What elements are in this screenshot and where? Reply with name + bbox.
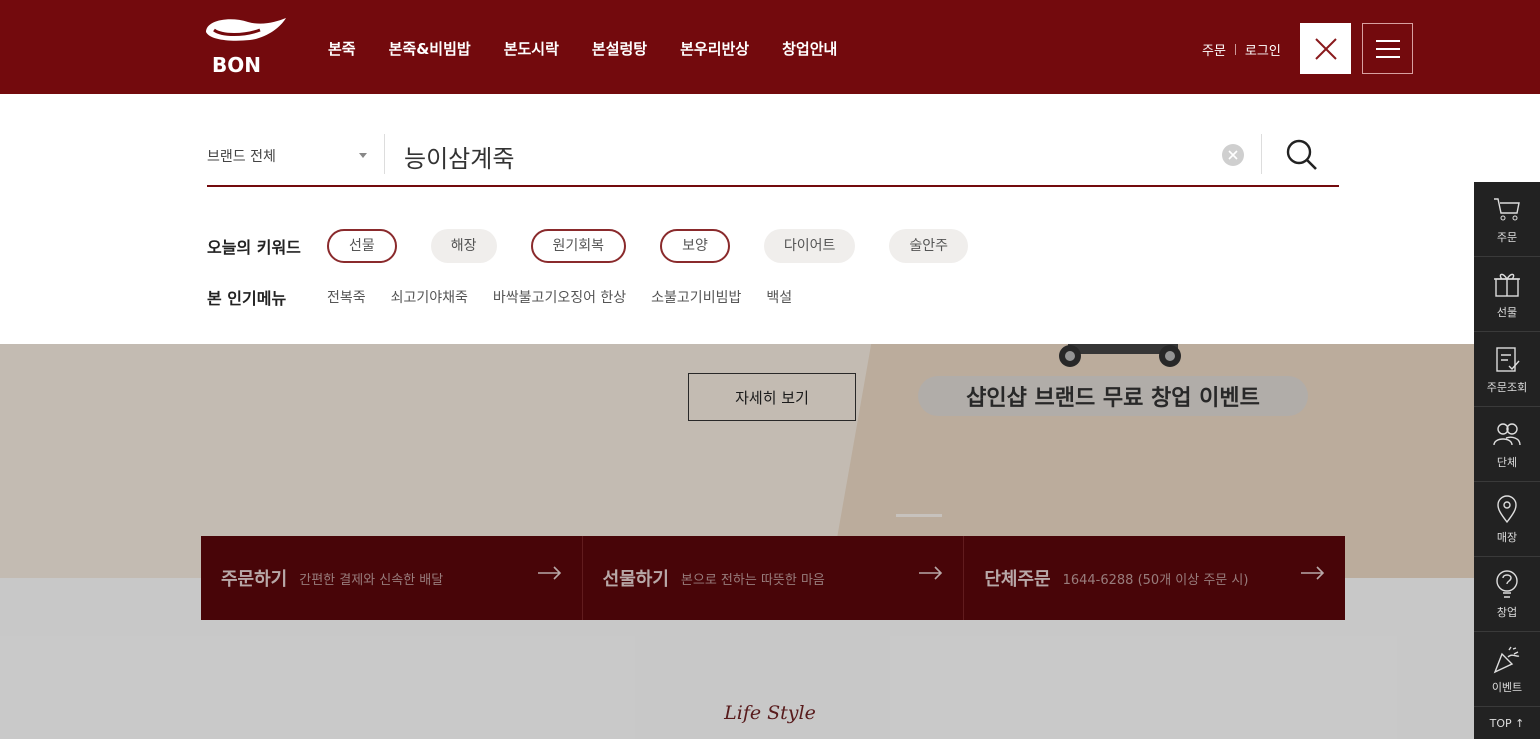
popular-menu-row: 본 인기메뉴 전복죽 쇠고기야채죽 바싹불고기오징어 한상 소불고기비빔밥 백설: [207, 285, 817, 309]
chevron-down-icon[interactable]: [359, 153, 367, 158]
question-bulb-icon: [1496, 569, 1518, 598]
order-check-icon: [1496, 346, 1520, 372]
popular-menu-item[interactable]: 쇠고기야채죽: [391, 287, 468, 307]
search-icon[interactable]: [1285, 138, 1319, 172]
keyword-chip[interactable]: 보양: [660, 229, 730, 263]
close-icon: [1314, 37, 1337, 60]
quick-franchise[interactable]: 창업: [1474, 557, 1540, 632]
nav-item[interactable]: 본죽: [328, 38, 356, 59]
quick-label: 주문: [1496, 230, 1518, 244]
clear-icon: [1228, 150, 1238, 160]
quick-label: 단체: [1496, 455, 1518, 469]
quick-label: 매장: [1496, 530, 1518, 544]
nav-item[interactable]: 본설렁탕: [592, 38, 647, 59]
group-icon: [1493, 422, 1521, 445]
keyword-row: 오늘의 키워드 선물 해장 원기회복 보양 다이어트 술안주: [207, 229, 1002, 263]
popular-menu-item[interactable]: 소불고기비빔밥: [651, 287, 741, 307]
login-link[interactable]: 로그인: [1245, 40, 1281, 59]
nav-item[interactable]: 본우리반상: [680, 38, 749, 59]
scroll-top-button[interactable]: TOP ↑: [1474, 707, 1540, 739]
quick-menu: 주문 선물 주문조회 단체 매장 창업 이벤트 TOP ↑: [1474, 182, 1540, 739]
nav-item[interactable]: 본도시락: [504, 38, 559, 59]
close-search-button[interactable]: [1300, 23, 1351, 74]
keyword-chip[interactable]: 선물: [327, 229, 397, 263]
keyword-chip[interactable]: 다이어트: [763, 229, 856, 263]
quick-store[interactable]: 매장: [1474, 482, 1540, 557]
quick-label: 주문조회: [1486, 380, 1528, 394]
order-link[interactable]: 주문: [1202, 40, 1226, 59]
quick-gift[interactable]: 선물: [1474, 257, 1540, 332]
quick-label: 이벤트: [1491, 680, 1523, 694]
party-popper-icon: [1493, 646, 1520, 673]
quick-order-check[interactable]: 주문조회: [1474, 332, 1540, 407]
logo-text: BON: [212, 53, 261, 74]
divider: [1261, 134, 1262, 174]
clear-search-button[interactable]: [1222, 144, 1244, 166]
quick-group[interactable]: 단체: [1474, 407, 1540, 482]
keyword-chip[interactable]: 원기회복: [530, 229, 627, 263]
util-links: 주문 로그인: [1202, 40, 1281, 59]
site-header: BON 본죽 본죽&비빔밥 본도시락 본설렁탕 본우리반상 창업안내 주문 로그…: [0, 0, 1540, 94]
quick-label: 선물: [1496, 305, 1518, 319]
popular-menu-item[interactable]: 백설: [766, 287, 792, 307]
search-bar: 브랜드 전체: [207, 134, 1339, 187]
dim-overlay[interactable]: [0, 344, 1540, 739]
hamburger-menu-button[interactable]: [1362, 23, 1413, 74]
hamburger-icon: [1375, 39, 1400, 58]
popular-title: 본 인기메뉴: [207, 289, 287, 308]
search-input[interactable]: [404, 136, 1204, 176]
cart-icon: [1494, 197, 1520, 220]
nav-item[interactable]: 본죽&비빔밥: [389, 38, 471, 59]
gift-icon: [1494, 273, 1520, 297]
quick-event[interactable]: 이벤트: [1474, 632, 1540, 707]
nav-item[interactable]: 창업안내: [782, 38, 837, 59]
divider: [384, 134, 385, 174]
main-nav: 본죽 본죽&비빔밥 본도시락 본설렁탕 본우리반상 창업안내: [328, 38, 870, 59]
brand-select[interactable]: 브랜드 전체: [207, 146, 367, 166]
keyword-chip[interactable]: 술안주: [889, 229, 968, 263]
bon-logo[interactable]: BON: [200, 14, 290, 74]
keyword-chip[interactable]: 해장: [430, 229, 497, 263]
divider: [1234, 44, 1236, 55]
keyword-title: 오늘의 키워드: [207, 238, 301, 257]
quick-label: 창업: [1496, 605, 1518, 619]
quick-order[interactable]: 주문: [1474, 182, 1540, 257]
location-pin-icon: [1497, 494, 1517, 523]
popular-menu-item[interactable]: 바싹불고기오징어 한상: [493, 287, 626, 307]
popular-menu-item[interactable]: 전복죽: [327, 287, 366, 307]
